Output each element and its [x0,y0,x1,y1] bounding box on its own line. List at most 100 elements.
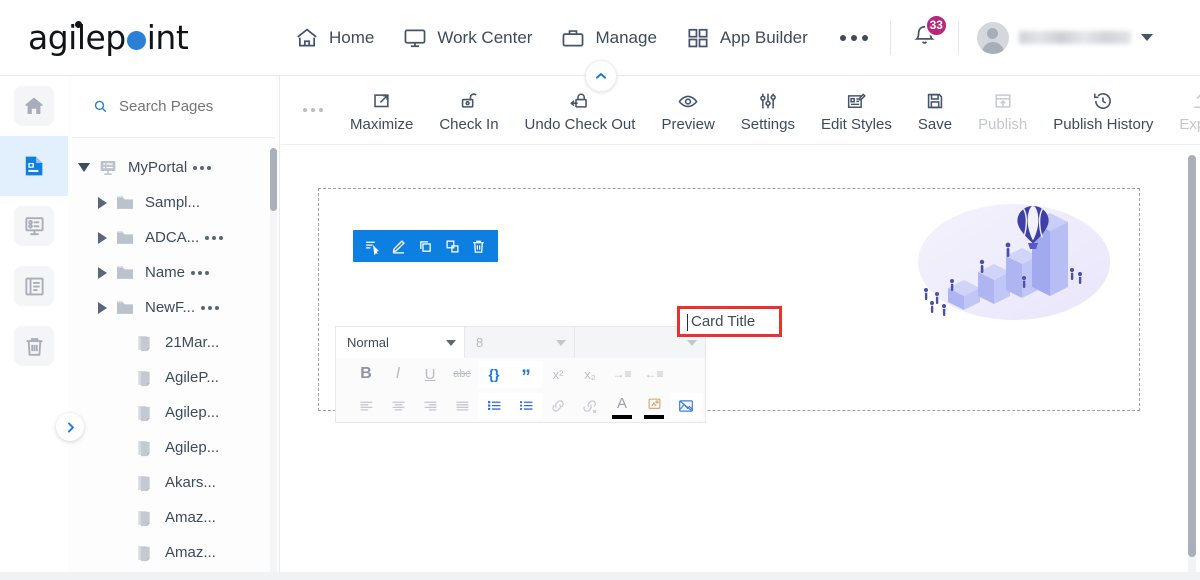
tree-item-label: Amaz... [165,544,216,561]
bullet-list-button[interactable] [510,392,542,420]
tree-item-agilep[interactable]: Agilep... [68,395,279,430]
brand-logo[interactable]: agilep int [0,18,280,57]
canvas-scrollbar-thumb[interactable] [1188,155,1196,557]
nav-item-app-builder[interactable]: App Builder [671,17,822,59]
ellipsis-dot [303,108,307,112]
nav-item-home[interactable]: Home [280,17,388,59]
briefcase-icon [560,25,586,51]
code-block-button[interactable]: {} [478,360,510,388]
rail-item-home[interactable] [0,76,68,136]
nav-more-button[interactable] [822,27,886,49]
tree-item-21mar[interactable]: 21Mar... [68,325,279,360]
folder-icon [114,193,136,213]
action-maximize-button[interactable]: Maximize [337,84,426,137]
home-icon [14,86,54,126]
rail-item-reports[interactable] [0,256,68,316]
insert-link-button[interactable] [542,393,574,420]
pages-scrollbar[interactable] [270,148,277,578]
page-document-icon [14,146,54,186]
primary-nav: Home Work Center Manage App Builder 33 [280,13,1167,60]
tree-item-menu-button[interactable] [193,165,212,170]
tree-item-amaz[interactable]: Amaz... [68,500,279,535]
action-preview-button[interactable]: Preview [648,84,727,137]
italic-button[interactable]: I [382,361,414,388]
form-list-icon [14,206,54,246]
tree-item-akars[interactable]: Akars... [68,465,279,500]
strikethrough-button[interactable]: abc [446,361,478,388]
action-label: Preview [661,115,715,133]
card-title-input[interactable]: Card Title [677,306,782,337]
chevron-right-icon[interactable] [98,301,107,314]
tree-item-newf[interactable]: NewF... [68,290,279,325]
copy-icon[interactable] [417,238,434,255]
ordered-list-button[interactable] [478,392,510,420]
page-icon [134,368,156,388]
user-divider [957,20,959,55]
subscript-button[interactable]: x₂ [574,361,606,388]
duplicate-icon[interactable] [444,238,461,255]
action-save-button[interactable]: Save [905,84,965,137]
user-name-label [1018,31,1131,44]
save-disk-icon [924,88,946,112]
indent-button[interactable]: →≡ [606,361,638,388]
rail-item-recycle-bin[interactable] [0,316,68,376]
delete-trash-icon[interactable] [470,238,487,255]
tree-item-amaz[interactable]: Amaz... [68,535,279,570]
tree-item-menu-button[interactable] [201,305,220,310]
page-icon [134,508,156,528]
rail-item-forms[interactable] [0,196,68,256]
action-publish-history-button[interactable]: Publish History [1040,84,1166,137]
text-color-button[interactable]: A [606,393,638,420]
blockquote-button[interactable]: ” [510,360,542,388]
bold-button[interactable]: B [350,361,382,388]
insert-image-button[interactable] [670,392,702,420]
action-undo-check-out-button[interactable]: Undo Check Out [512,84,649,137]
tree-item-name[interactable]: Name [68,255,279,290]
chevron-down-icon [1140,34,1153,41]
align-justify-button[interactable] [446,393,478,420]
align-right-button[interactable] [414,393,446,420]
chevron-right-icon [67,422,74,432]
notifications-button[interactable]: 33 [895,13,954,60]
canvas-scrollbar[interactable] [1188,155,1196,575]
action-edit-styles-button[interactable]: Edit Styles [808,84,905,137]
search-input[interactable] [119,98,259,115]
pages-scrollbar-thumb[interactable] [270,148,277,211]
tree-item-label: Name [145,264,186,281]
tree-item-agilep[interactable]: Agilep... [68,430,279,465]
outdent-button[interactable]: ←≡ [638,361,670,388]
format-select[interactable]: Normal [336,327,465,358]
highlight-color-button[interactable] [638,393,670,420]
action-overflow-button[interactable] [293,108,337,112]
chevron-right-icon[interactable] [98,196,107,209]
action-check-in-button[interactable]: Check In [426,84,511,137]
nav-item-work-center[interactable]: Work Center [388,17,546,59]
bottom-strip [0,572,1200,580]
underline-button[interactable]: U [414,361,446,388]
superscript-button[interactable]: x² [542,361,574,388]
align-left-button[interactable] [350,393,382,420]
user-menu[interactable] [963,21,1167,54]
edit-pencil-icon[interactable] [390,238,407,255]
collapse-toolbar-button[interactable] [585,60,617,92]
tree-item-agilep[interactable]: AgileP... [68,360,279,395]
tree-item-adca[interactable]: ADCA... [68,220,279,255]
chevron-down-icon[interactable] [78,163,90,172]
tree-item-menu-button[interactable] [191,270,210,275]
tree-item-myportal[interactable]: MyPortal [68,150,279,185]
expand-panel-button[interactable] [56,413,84,441]
select-element-icon[interactable] [364,238,381,255]
search-pages-box[interactable] [72,76,275,138]
tree-item-label: Agilep... [165,439,220,456]
chevron-right-icon[interactable] [98,231,107,244]
tree-item-menu-button[interactable] [205,235,224,240]
align-center-button[interactable] [382,393,414,420]
tree-item-sampl[interactable]: Sampl... [68,185,279,220]
action-settings-button[interactable]: Settings [728,84,808,137]
nav-item-manage[interactable]: Manage [546,17,670,59]
remove-link-button[interactable] [574,393,606,420]
chevron-right-icon[interactable] [98,266,107,279]
rail-item-pages[interactable] [0,136,68,196]
tree-item-label: Akars... [165,474,216,491]
page-icon [134,333,156,353]
